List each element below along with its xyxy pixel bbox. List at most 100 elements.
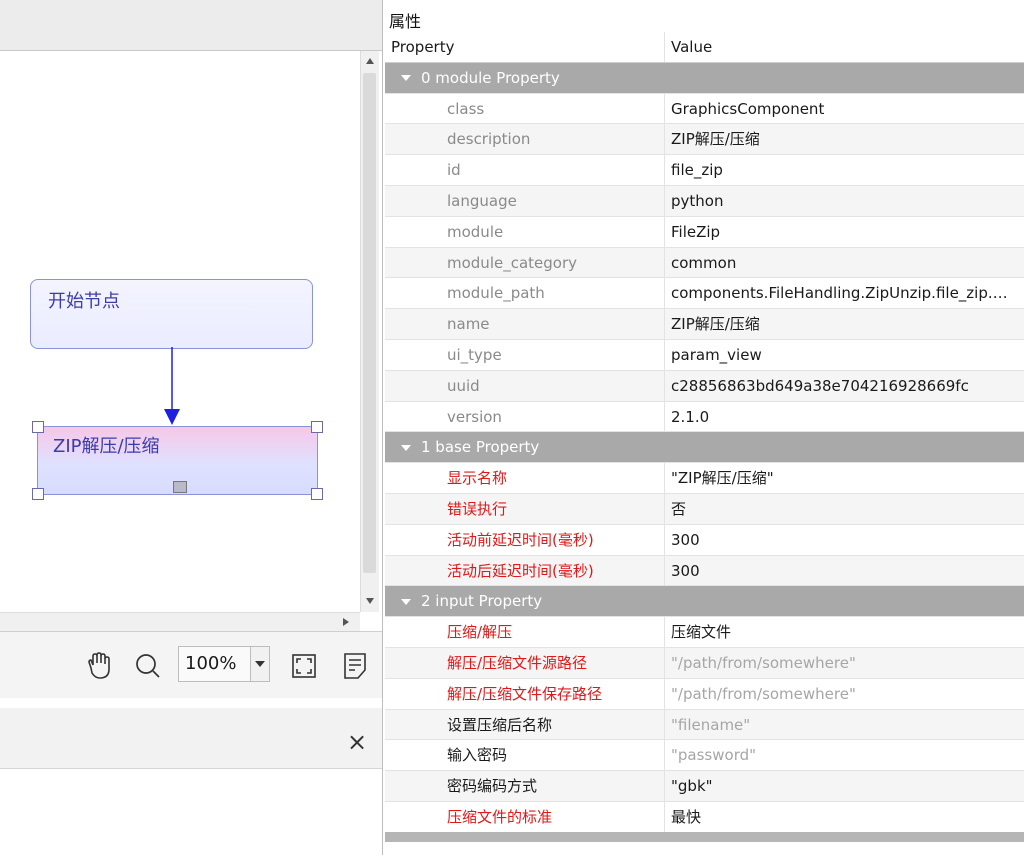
table-row[interactable]: 显示名称 "ZIP解压/压缩" <box>385 463 1024 494</box>
property-key: 活动前延迟时间(毫秒) <box>385 524 665 555</box>
collapse-triangle-icon[interactable] <box>401 75 411 82</box>
chevron-down-icon[interactable] <box>250 647 269 681</box>
properties-panel: 属性 Property Value 0 module Property clas… <box>382 0 1024 855</box>
property-value[interactable]: 最快 <box>665 802 1024 832</box>
property-key: module_path <box>385 278 665 309</box>
table-row[interactable]: 密码编码方式 "gbk" <box>385 771 1024 802</box>
table-row[interactable]: 解压/压缩文件保存路径 "/path/from/somewhere" <box>385 678 1024 710</box>
resize-handle-bottom-left[interactable] <box>32 488 44 500</box>
property-value[interactable]: c28856863bd649a38e704216928669fc <box>665 371 1024 401</box>
property-value[interactable]: components.FileHandling.ZipUnzip.file_zi… <box>665 278 1024 308</box>
property-value[interactable]: "filename" <box>665 710 1024 740</box>
flow-canvas[interactable]: 开始节点 ZIP解压/压缩 <box>0 51 360 612</box>
table-row[interactable]: 压缩/解压 压缩文件 <box>385 617 1024 648</box>
table-row[interactable]: 压缩文件的标准 最快 <box>385 801 1024 833</box>
table-row[interactable]: version 2.1.0 <box>385 401 1024 433</box>
property-value[interactable]: GraphicsComponent <box>665 94 1024 124</box>
resize-handle-bottom-right[interactable] <box>311 488 323 500</box>
zoom-select[interactable]: 100% <box>178 646 270 682</box>
group-input-property[interactable]: 2 input Property <box>385 586 1024 618</box>
property-value[interactable]: "gbk" <box>665 771 1024 801</box>
property-value[interactable]: 300 <box>665 556 1024 586</box>
start-node[interactable]: 开始节点 <box>30 279 313 349</box>
table-row[interactable]: module FileZip <box>385 216 1024 248</box>
property-key: 解压/压缩文件保存路径 <box>385 678 665 709</box>
table-row[interactable]: 错误执行否 <box>385 493 1024 525</box>
property-key: class <box>385 93 665 124</box>
property-key: 显示名称 <box>385 463 665 493</box>
table-row[interactable]: module_path components.FileHandling.ZipUn… <box>385 278 1024 310</box>
table-row[interactable]: class GraphicsComponent <box>385 93 1024 125</box>
property-value[interactable]: "/path/from/somewhere" <box>665 648 1024 678</box>
property-value[interactable]: 300 <box>665 525 1024 555</box>
property-value[interactable]: ZIP解压/压缩 <box>665 124 1024 154</box>
scroll-down-icon[interactable] <box>366 598 374 604</box>
property-key: 活动后延迟时间(毫秒) <box>385 555 665 586</box>
property-value[interactable]: "password" <box>665 740 1024 770</box>
fit-screen-icon[interactable] <box>290 652 318 680</box>
group-label: 1 base Property <box>385 432 1024 462</box>
table-row[interactable]: id file_zip <box>385 155 1024 186</box>
property-key: 设置压缩后名称 <box>385 709 665 740</box>
property-value[interactable]: ZIP解压/压缩 <box>665 309 1024 339</box>
property-value[interactable]: param_view <box>665 340 1024 370</box>
property-key: module_category <box>385 247 665 278</box>
property-value[interactable]: 压缩文件 <box>665 617 1024 647</box>
resize-handle-top-right[interactable] <box>311 421 323 433</box>
property-value[interactable]: common <box>665 248 1024 278</box>
table-row[interactable]: 活动后延迟时间(毫秒) 300 <box>385 555 1024 587</box>
column-header-property[interactable]: Property <box>385 32 665 62</box>
property-value[interactable]: file_zip <box>665 155 1024 185</box>
expand-icon[interactable] <box>173 481 187 493</box>
group-title: 1 base Property <box>421 438 540 457</box>
flow-edge[interactable] <box>160 347 190 427</box>
property-value[interactable]: python <box>665 186 1024 216</box>
close-icon[interactable]: × <box>347 728 367 756</box>
table-row[interactable]: name ZIP解压/压缩 <box>385 309 1024 340</box>
lower-panel-header: × <box>0 708 382 769</box>
property-key: 密码编码方式 <box>385 771 665 801</box>
panel-title: 属性 <box>389 12 422 31</box>
vertical-scroll-thumb[interactable] <box>363 73 376 573</box>
scroll-up-icon[interactable] <box>366 58 374 64</box>
table-row[interactable]: description ZIP解压/压缩 <box>385 124 1024 156</box>
table-row[interactable]: uuid c28856863bd649a38e704216928669fc <box>385 370 1024 402</box>
table-row[interactable]: 解压/压缩文件源路径 "/path/from/somewhere" <box>385 647 1024 679</box>
property-key: version <box>385 401 665 432</box>
property-value[interactable]: "ZIP解压/压缩" <box>665 463 1024 493</box>
table-row[interactable]: 设置压缩后名称 "filename" <box>385 709 1024 741</box>
group-label: 2 input Property <box>385 586 1024 616</box>
vertical-scrollbar[interactable] <box>360 51 379 612</box>
search-icon[interactable] <box>134 652 162 680</box>
zoom-value: 100% <box>185 653 237 674</box>
property-key: description <box>385 124 665 155</box>
zip-node[interactable]: ZIP解压/压缩 <box>32 421 323 500</box>
property-key: language <box>385 185 665 216</box>
property-key: 解压/压缩文件源路径 <box>385 647 665 678</box>
property-value[interactable]: 2.1.0 <box>665 402 1024 432</box>
group-module-property[interactable]: 0 module Property <box>385 62 1024 94</box>
property-key: 压缩/解压 <box>385 617 665 647</box>
property-value[interactable]: FileZip <box>665 217 1024 247</box>
table-row[interactable]: 活动前延迟时间(毫秒) 300 <box>385 524 1024 556</box>
group-base-property[interactable]: 1 base Property <box>385 432 1024 464</box>
horizontal-scrollbar[interactable] <box>0 612 360 631</box>
scroll-right-icon[interactable] <box>343 618 349 626</box>
column-header-value[interactable]: Value <box>665 32 1024 62</box>
document-icon[interactable] <box>342 652 368 680</box>
table-bottom-bar <box>385 832 1024 842</box>
table-row[interactable]: language python <box>385 185 1024 217</box>
lower-panel: × <box>0 698 382 855</box>
group-title: 0 module Property <box>421 68 560 87</box>
property-table[interactable]: Property Value 0 module Property class Gr… <box>385 32 1024 833</box>
collapse-triangle-icon[interactable] <box>401 598 411 605</box>
table-row[interactable]: module_category common <box>385 247 1024 279</box>
collapse-triangle-icon[interactable] <box>401 444 411 451</box>
hand-icon[interactable] <box>84 652 114 680</box>
resize-handle-top-left[interactable] <box>32 421 44 433</box>
property-value[interactable]: 否 <box>665 494 1024 524</box>
zip-node-label: ZIP解压/压缩 <box>53 436 160 457</box>
table-row[interactable]: 输入密码 "password" <box>385 740 1024 772</box>
table-row[interactable]: ui_type param_view <box>385 339 1024 371</box>
property-value[interactable]: "/path/from/somewhere" <box>665 679 1024 709</box>
